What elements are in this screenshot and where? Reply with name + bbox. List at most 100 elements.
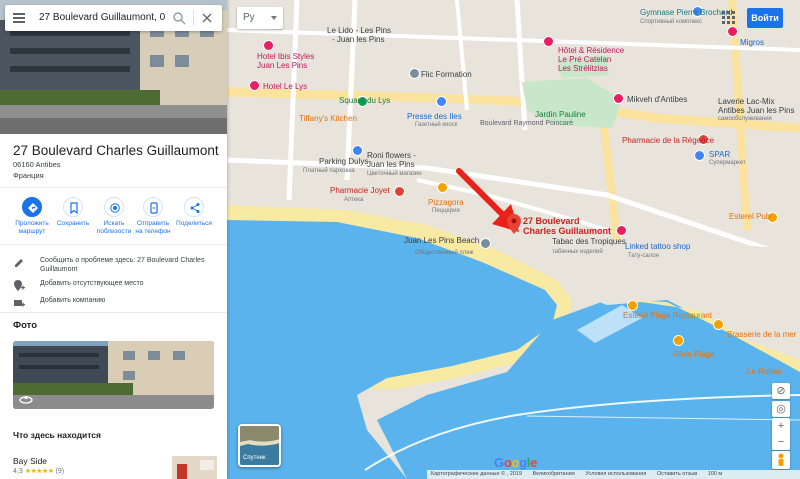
hotel-ibis-label-2: Juan Les Pins (257, 61, 308, 70)
pharmacie-regence-label[interactable]: Pharmacie de la Régence (622, 136, 714, 145)
share-icon (184, 197, 204, 217)
nearby-place-thumbnail[interactable] (172, 456, 217, 479)
zoom-in-button[interactable]: + (772, 418, 790, 434)
lido-label[interactable]: Le Lido - Les Pins (327, 26, 391, 35)
ruban-label[interactable]: Le Ruban (747, 367, 782, 376)
search-input[interactable]: 27 Boulevard Guillaumont, 06160 (39, 12, 165, 23)
mikveh-pin[interactable] (613, 93, 624, 104)
esterel-plage-pin[interactable] (627, 300, 638, 311)
nearby-label-2: поблизости (96, 228, 132, 235)
target-label-2[interactable]: Charles Guillaumont (523, 227, 611, 236)
spar-label[interactable]: SPAR (709, 150, 730, 159)
reve-pin[interactable] (673, 335, 684, 346)
directions-button[interactable]: Проложить маршрут (11, 197, 53, 236)
my-location-icon[interactable]: ◎ (772, 401, 790, 417)
place-panel: 27 Boulevard Guillaumont, 06160 27 Boule… (0, 0, 227, 479)
laverie-label[interactable]: Laverie Lac-Mix (718, 97, 774, 106)
linked-pin[interactable] (616, 225, 627, 236)
review-count: (9) (55, 468, 65, 475)
residence-pin[interactable] (543, 36, 554, 47)
pharmacie-joyet-pin[interactable] (394, 186, 405, 197)
beach-sub: Общественный пляж (415, 250, 474, 256)
hotel-lelys-pin[interactable] (249, 80, 260, 91)
compass-icon[interactable]: ⊘ (772, 383, 790, 399)
laverie-sub: самообслуживания (718, 116, 772, 122)
hotel-ibis-label[interactable]: Hotel Ibis Styles (257, 52, 314, 61)
close-icon[interactable] (200, 11, 214, 25)
satellite-label: Спутник (243, 455, 266, 461)
satellite-layer-toggle[interactable]: Спутник (238, 424, 281, 467)
linked-label[interactable]: Linked tattoo shop (625, 242, 690, 251)
pharmacie-joyet-sub: Аптека (344, 197, 364, 203)
map-canvas[interactable]: Gymnase Pierre Brochard Спортивный компл… (227, 0, 800, 479)
bd-raymond-label: Boulevard Raymond Poincaré (480, 120, 573, 127)
jardin-label[interactable]: Jardin Pauline (535, 110, 586, 119)
pegman-icon[interactable] (772, 451, 790, 469)
search-divider (193, 10, 194, 26)
roni-label-2: Juan les Pins (367, 160, 415, 169)
place-hero-image[interactable]: 27 Boulevard Guillaumont, 06160 (0, 0, 227, 134)
nearby-place-name[interactable]: Bay Side (13, 456, 47, 466)
place-postal-city: 06160 Antibes (13, 160, 61, 169)
place-country: Франция (13, 171, 44, 180)
tabac-label[interactable]: Tabac des Tropiques (552, 237, 626, 246)
esterel-pub-label[interactable]: Esterel Pub (729, 212, 770, 221)
my-location-control[interactable]: ◎ (772, 401, 790, 417)
roni-label[interactable]: Roni flowers - (367, 151, 416, 160)
lido-label-2: - Juan les Pins (332, 35, 385, 44)
pharmacie-joyet-label[interactable]: Pharmacie Joyet (330, 186, 390, 195)
share-button[interactable]: Поделиться (173, 197, 215, 228)
map-data-credit[interactable]: Картографические данные © , 2019 (431, 471, 522, 477)
attribution-bar: Картографические данные © , 2019 Великоб… (427, 470, 800, 479)
divider (0, 187, 227, 188)
street-view-photo[interactable] (13, 341, 214, 409)
feedback-link[interactable]: Оставить отзыв (657, 471, 697, 477)
brasserie-label[interactable]: Brasserie de la mer (727, 330, 796, 339)
nearby-button[interactable]: Искать поблизости (93, 197, 135, 236)
residence-label[interactable]: Hôtel & Résidence (558, 46, 624, 55)
spar-pin[interactable] (694, 150, 705, 161)
pizzagora-pin[interactable] (437, 182, 448, 193)
scale-label[interactable]: 100 м (708, 471, 723, 477)
reve-label[interactable]: Rêve Plage (673, 350, 714, 359)
add-missing-place-text: Добавить отсутствующее место (40, 280, 144, 287)
gymnase-label[interactable]: Gymnase Pierre Brochard (640, 8, 732, 17)
language-select[interactable]: Ру (237, 7, 283, 29)
divider (0, 244, 227, 245)
esterel-plage-label[interactable]: Estérel Plage Restaurant (623, 311, 712, 320)
search-box[interactable]: 27 Boulevard Guillaumont, 06160 (5, 5, 222, 31)
hotel-lelys-label[interactable]: Hotel Le Lys (263, 82, 307, 91)
zoom-out-button[interactable]: − (772, 434, 790, 450)
migros-label[interactable]: Migros (740, 38, 764, 47)
menu-icon[interactable] (13, 13, 25, 23)
zoom-control: + − (772, 418, 790, 450)
apps-grid-icon[interactable] (722, 11, 736, 25)
gymnase-sub: Спортивный комплекс (640, 19, 702, 25)
flic-label[interactable]: Flic Formation (421, 70, 472, 79)
presse-pin[interactable] (436, 96, 447, 107)
flic-pin[interactable] (409, 68, 420, 79)
migros-pin[interactable] (727, 26, 738, 37)
hotel-ibis-pin[interactable] (263, 40, 274, 51)
save-button[interactable]: Сохранить (52, 197, 94, 228)
compass-control[interactable]: ⊘ (772, 383, 790, 399)
target-label-1[interactable]: 27 Boulevard (523, 217, 580, 226)
search-icon[interactable] (172, 11, 186, 25)
parking-label[interactable]: Parking Dulys (319, 157, 368, 166)
signin-button[interactable]: Войти (747, 8, 783, 28)
chevron-down-icon (271, 16, 277, 20)
square-label[interactable]: Square du Lys (339, 96, 390, 105)
nearby-label-1: Искать (103, 220, 125, 227)
send-to-phone-button[interactable]: Отправить на телефон (132, 197, 174, 236)
presse-label[interactable]: Presse des Iles (407, 112, 462, 121)
mikveh-label[interactable]: Mikveh d'Antibes (627, 95, 687, 104)
roni-pin[interactable] (352, 145, 363, 156)
region-link[interactable]: Великобритания (532, 471, 574, 477)
residence-label-2: Le Pré Catelan (558, 55, 612, 64)
location-pin-icon[interactable] (507, 214, 521, 234)
strelitzias-label[interactable]: Les Strélitzias (558, 64, 608, 73)
terms-link[interactable]: Условия использования (585, 471, 646, 477)
tiffany-label[interactable]: Tiffany's Kitchen (299, 114, 357, 123)
nearby-place-rating: 4,3 ★★★★★ (9) (13, 467, 64, 475)
brasserie-pin[interactable] (713, 319, 724, 330)
